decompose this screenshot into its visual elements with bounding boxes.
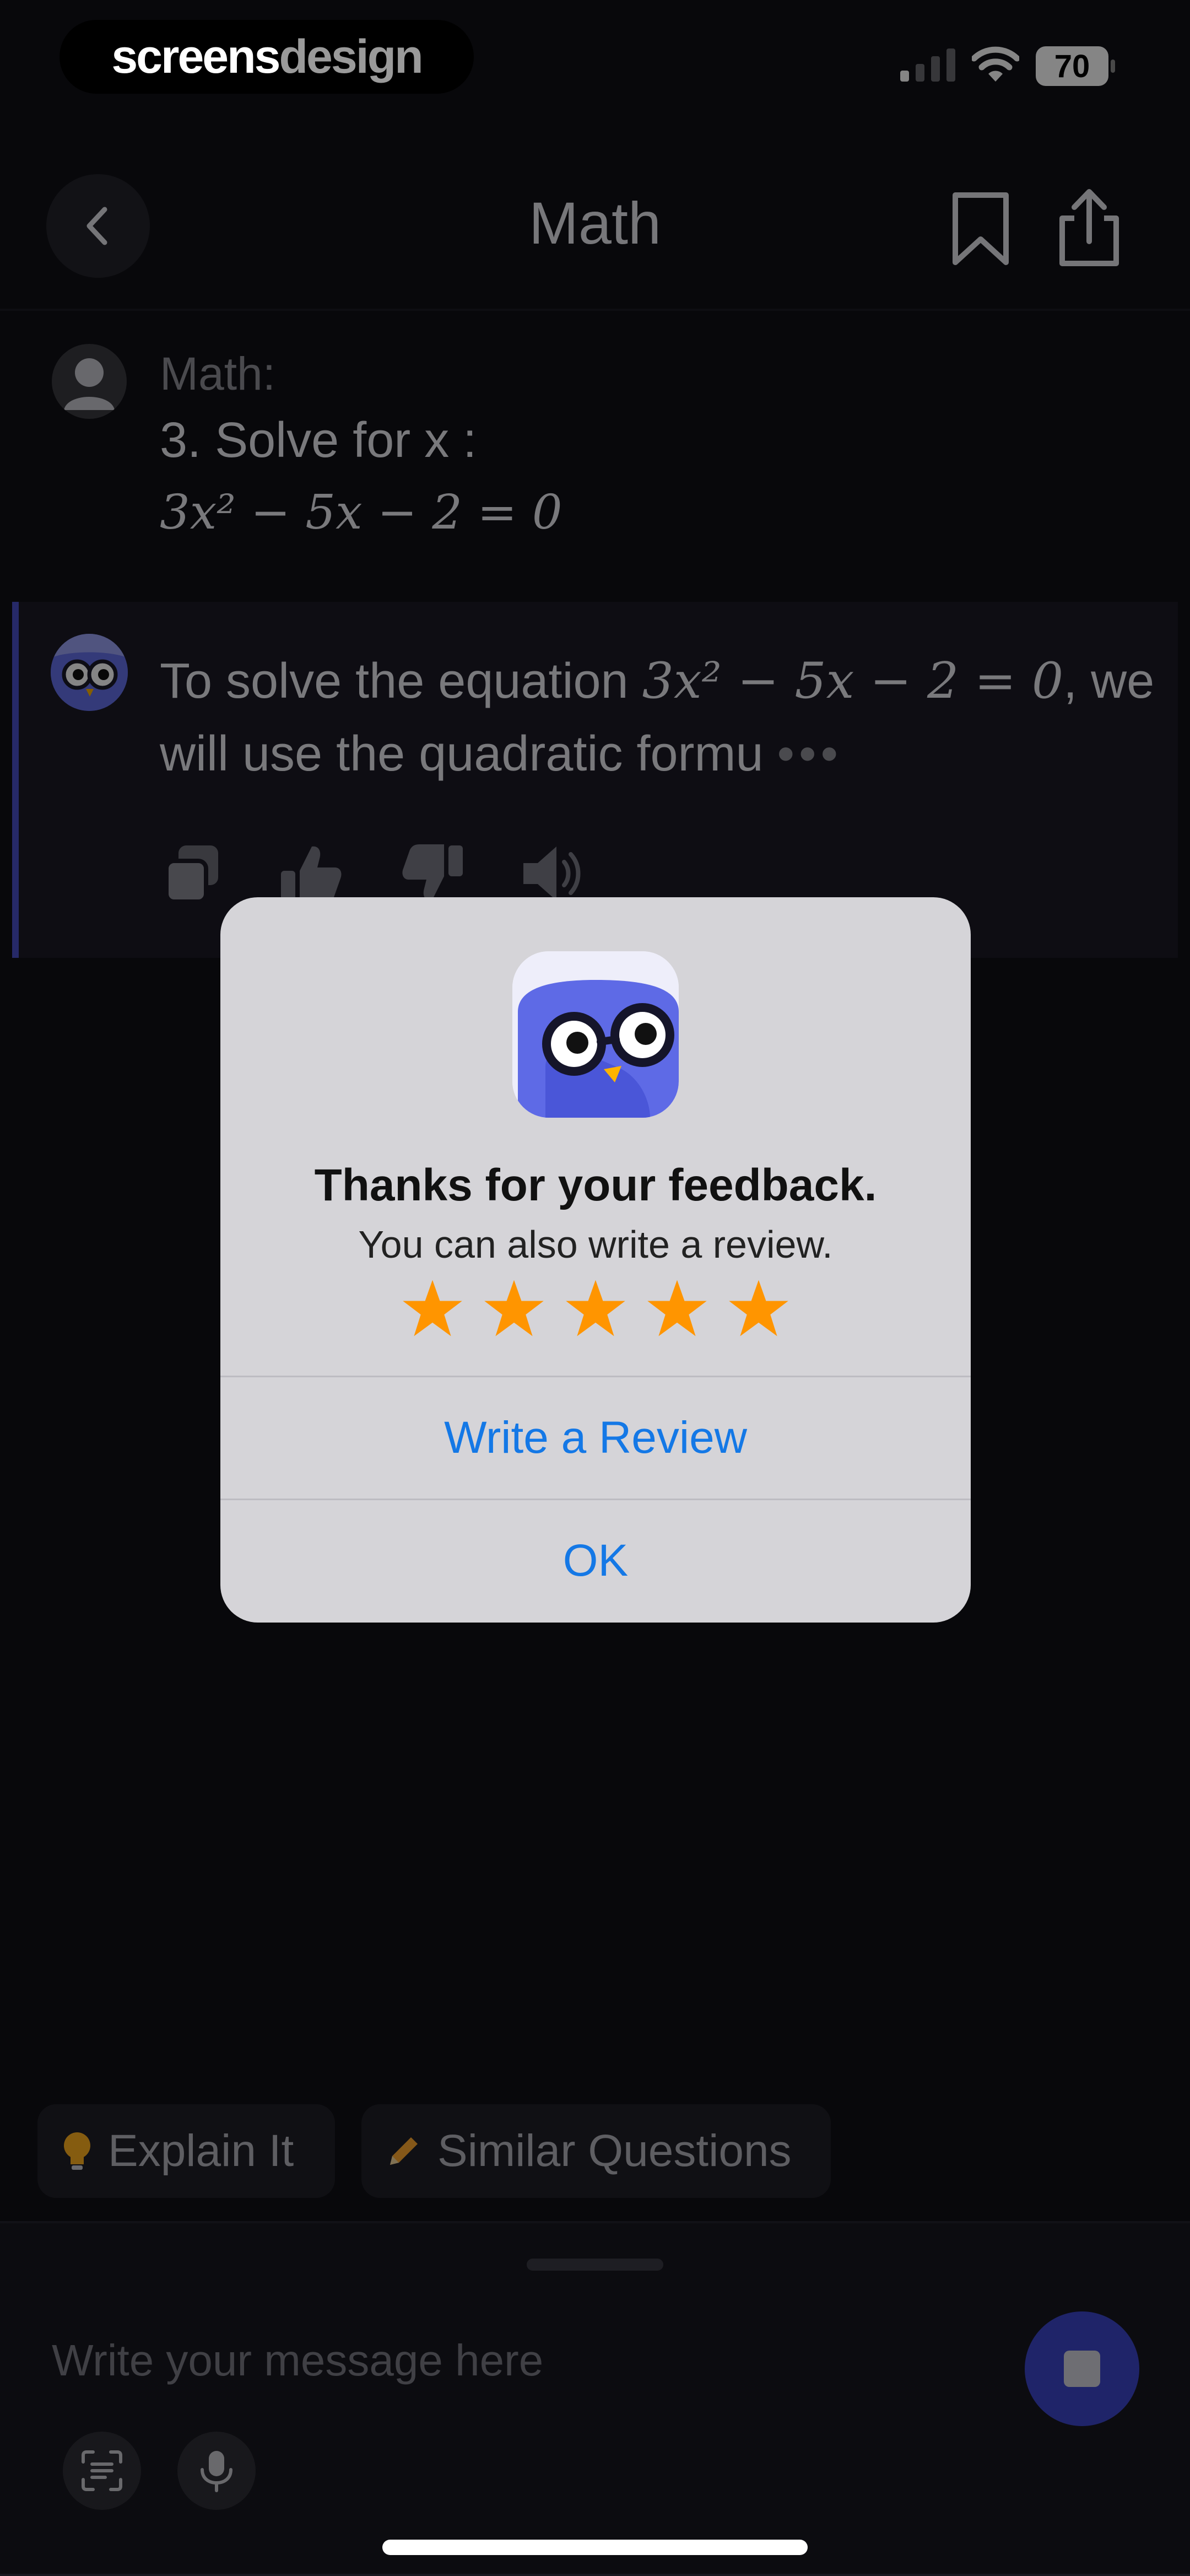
star-icon[interactable]	[728, 1278, 789, 1339]
star-icon[interactable]	[402, 1278, 463, 1339]
star-icon[interactable]	[483, 1278, 545, 1339]
app-icon	[512, 951, 679, 1118]
home-indicator	[382, 2540, 808, 2555]
watermark-part1: screens	[111, 30, 280, 83]
write-review-button[interactable]: Write a Review	[220, 1377, 971, 1499]
owl-app-icon	[512, 951, 679, 1118]
dialog-title: Thanks for your feedback.	[314, 1160, 877, 1210]
star-rating[interactable]	[220, 1278, 971, 1339]
star-icon[interactable]	[646, 1278, 708, 1339]
ok-button[interactable]: OK	[220, 1500, 971, 1621]
star-icon[interactable]	[565, 1278, 626, 1339]
watermark-part2: design	[279, 30, 424, 83]
dialog-message: You can also write a review.	[358, 1223, 833, 1266]
screensdesign-watermark: screens design	[60, 20, 474, 94]
rating-dialog: Thanks for your feedback. You can also w…	[220, 897, 971, 1623]
